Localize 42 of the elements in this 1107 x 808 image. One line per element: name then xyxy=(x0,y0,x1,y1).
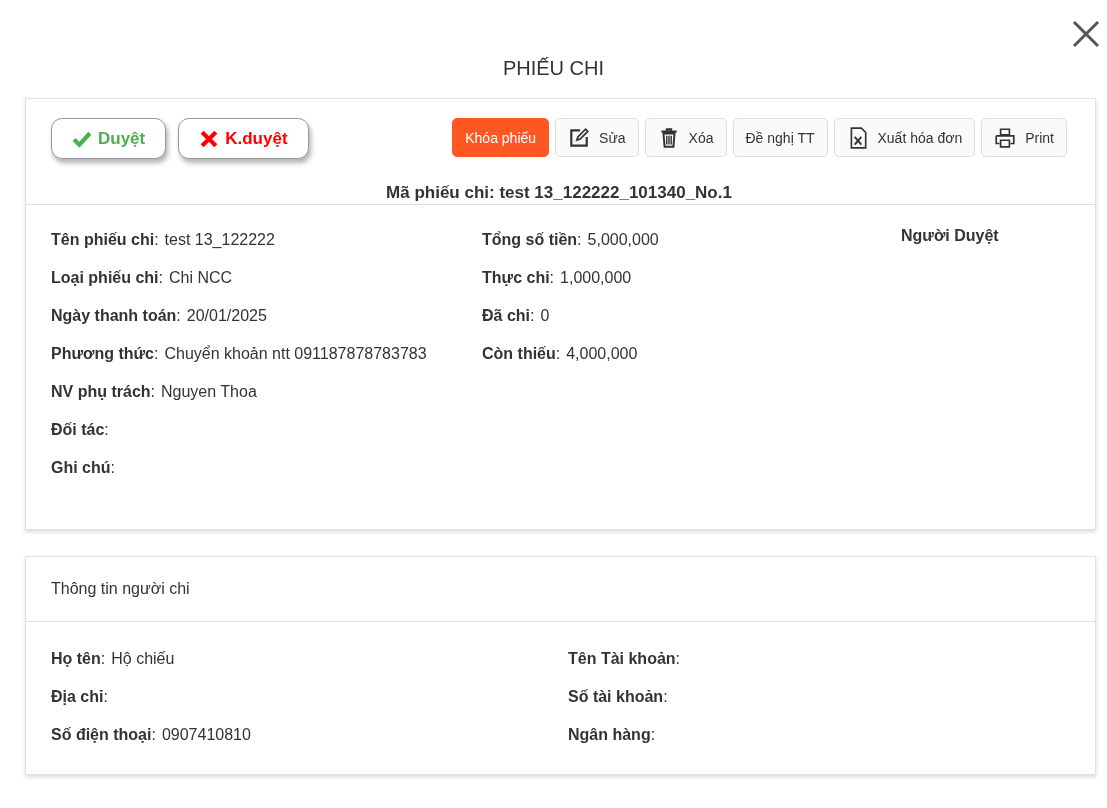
field-label: Thực chi: xyxy=(482,269,555,286)
field-value: 5,000,000 xyxy=(587,231,659,248)
field-value: Nguyen Thoa xyxy=(161,383,257,400)
field-label: Tên Tài khoản: xyxy=(568,650,681,667)
field-value: Chi NCC xyxy=(169,269,233,286)
print-button[interactable]: Print xyxy=(981,118,1067,157)
page-title: PHIẾU CHI xyxy=(501,56,606,81)
field-value: 0907410810 xyxy=(161,726,251,743)
edit-button[interactable]: Sửa xyxy=(555,118,639,157)
field-value: 4,000,000 xyxy=(566,345,638,362)
field-label: Đã chi: xyxy=(482,307,535,324)
close-icon[interactable] xyxy=(1072,20,1100,48)
field-label: Số điện thoại: xyxy=(51,726,156,743)
field-label: Ngân hàng: xyxy=(568,726,656,743)
field-value: 1,000,000 xyxy=(560,269,632,286)
edit-icon xyxy=(568,126,591,149)
field-value: Chuyển khoản ntt 091187878783783 xyxy=(164,345,427,362)
field-label: Còn thiếu: xyxy=(482,345,561,362)
field-label: Số tài khoản: xyxy=(568,688,668,705)
field-label: Họ tên: xyxy=(51,650,106,667)
approver-heading: Người Duyệt xyxy=(901,227,1000,245)
request-payment-button[interactable]: Đề nghị TT xyxy=(732,118,828,157)
field-label: Địa chỉ: xyxy=(51,688,108,705)
section-heading: Thông tin người chi xyxy=(26,557,1095,622)
field-label: Đối tác: xyxy=(51,421,109,438)
field-label: Ghi chú: xyxy=(51,459,115,476)
export-invoice-button[interactable]: Xuất hóa đơn xyxy=(833,118,976,157)
delete-button[interactable]: Xóa xyxy=(644,118,727,157)
field-value: test 13_122222 xyxy=(164,231,275,248)
field-value: Hộ chiếu xyxy=(111,650,175,667)
voucher-code: Mã phiếu chi: test 13_122222_101340_No.1 xyxy=(385,183,733,203)
field-value: 20/01/2025 xyxy=(186,307,267,324)
field-label: Phương thức: xyxy=(51,345,159,362)
field-label: Tổng số tiền: xyxy=(482,231,582,248)
field-value: 0 xyxy=(540,307,550,324)
field-label: Ngày thanh toán: xyxy=(51,307,181,324)
field-label: Loại phiếu chi: xyxy=(51,269,163,286)
reject-button[interactable]: K.duyệt xyxy=(178,118,309,159)
cross-icon xyxy=(199,128,220,149)
printer-icon xyxy=(994,126,1017,149)
field-label: Tên phiếu chi: xyxy=(51,231,159,248)
field-label: NV phụ trách: xyxy=(51,383,155,400)
